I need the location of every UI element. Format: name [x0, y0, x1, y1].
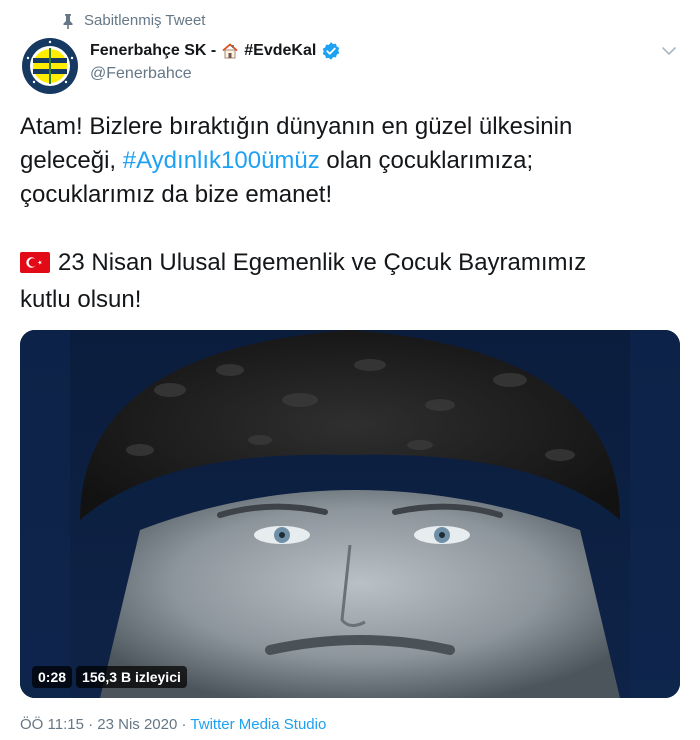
- video-info-badges: 0:28 156,3 B izleyici: [32, 666, 187, 688]
- tweet-text-segment: olan çocuklarımıza;: [319, 147, 534, 174]
- tweet-line: geleceği, #Aydınlık100ümüz olan çocuklar…: [20, 144, 680, 178]
- tweet-line: çocuklarımız da bize emanet!: [20, 181, 333, 208]
- meta-separator: ·: [177, 716, 191, 733]
- turkey-flag-icon: [20, 249, 50, 283]
- meta-separator: ·: [83, 716, 98, 733]
- display-name-suffix: #EvdeKal: [244, 42, 317, 59]
- tweet-text-segment: 23 Nisan Ulusal Egemenlik ve Çocuk Bayra…: [58, 249, 587, 276]
- tweet-line: kutlu olsun!: [20, 286, 142, 313]
- user-info[interactable]: Fenerbahçe SK - #EvdeKal @Fenerbahce: [90, 40, 341, 83]
- tweet-timestamp: ÖÖ 11:15 · 23 Nis 2020 · Twitter Media S…: [20, 716, 326, 733]
- video-player[interactable]: 0:28 156,3 B izleyici: [20, 330, 680, 698]
- pinned-text: Sabitlenmiş Tweet: [84, 12, 206, 29]
- pin-icon: [62, 13, 74, 29]
- tweet-source-link[interactable]: Twitter Media Studio: [190, 716, 326, 733]
- verified-badge-icon: [321, 41, 341, 61]
- display-name[interactable]: Fenerbahçe SK - #EvdeKal: [90, 40, 341, 62]
- pinned-tweet-label: Sabitlenmiş Tweet: [62, 12, 205, 29]
- tweet-card[interactable]: Sabitlenmiş Tweet Fenerbahçe SK - #EvdeK…: [0, 0, 700, 740]
- hashtag-link[interactable]: #Aydınlık100ümüz: [123, 147, 320, 174]
- tweet-line: 23 Nisan Ulusal Egemenlik ve Çocuk Bayra…: [20, 246, 680, 283]
- more-options-chevron-icon[interactable]: [658, 40, 680, 62]
- tweet-time[interactable]: ÖÖ 11:15: [20, 716, 84, 733]
- video-thumbnail: [20, 330, 680, 698]
- video-duration: 0:28: [32, 666, 73, 688]
- display-name-text: Fenerbahçe SK -: [90, 42, 217, 59]
- tweet-date[interactable]: 23 Nis 2020: [97, 716, 177, 733]
- tweet-text: Atam! Bizlere bıraktığın dünyanın en güz…: [20, 110, 680, 317]
- tweet-line: Atam! Bizlere bıraktığın dünyanın en güz…: [20, 113, 573, 140]
- tweet-text-segment: geleceği,: [20, 147, 123, 174]
- video-view-count: 156,3 B izleyici: [76, 666, 187, 688]
- avatar[interactable]: [20, 36, 80, 96]
- house-icon: [221, 42, 239, 60]
- user-handle[interactable]: @Fenerbahce: [90, 65, 341, 83]
